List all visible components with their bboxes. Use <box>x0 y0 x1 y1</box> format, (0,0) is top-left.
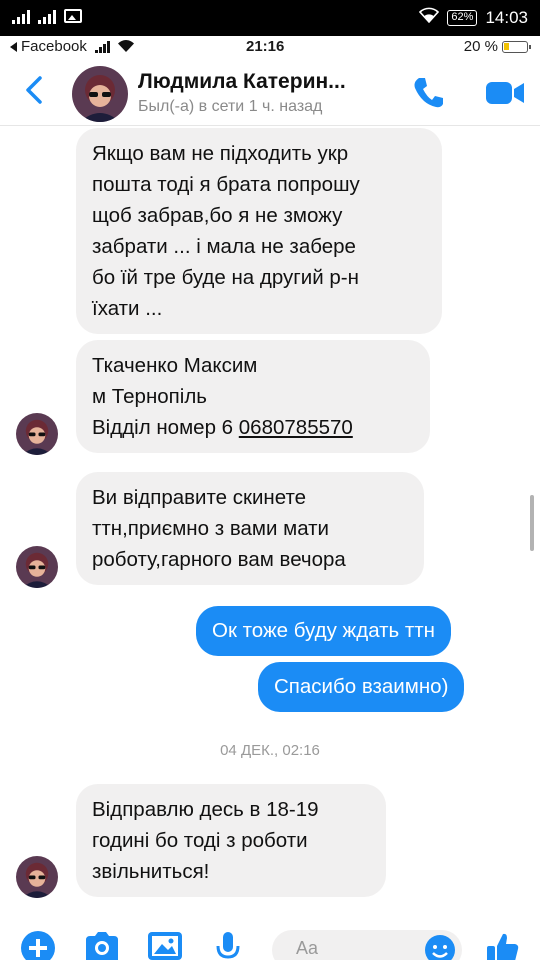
wifi-icon <box>419 7 440 28</box>
back-app-label: Facebook <box>21 38 87 55</box>
message-line: м Тернопіль <box>92 385 207 408</box>
message-input-placeholder: Aa <box>296 938 319 958</box>
call-button[interactable] <box>410 74 446 110</box>
voice-message-button[interactable] <box>214 930 242 960</box>
message-bubble-incoming[interactable]: Відправлю десь в 18-19 годині бо тоді з … <box>76 784 386 897</box>
message-bubble-incoming[interactable]: Ткаченко Максим м Тернопіль Відділ номер… <box>76 340 430 453</box>
contact-avatar[interactable] <box>72 66 128 122</box>
battery-percent: 20 % <box>463 38 498 55</box>
plus-icon <box>21 931 55 960</box>
back-button[interactable] <box>20 70 50 110</box>
gallery-button[interactable] <box>146 930 184 960</box>
scrollbar[interactable] <box>530 495 534 551</box>
battery-icon <box>502 40 531 53</box>
composer-toolbar: Aa <box>0 924 540 960</box>
cell-signal-icon <box>94 40 110 53</box>
more-actions-button[interactable] <box>20 930 56 960</box>
app-status-bar: Facebook 21:16 20 % <box>0 36 540 58</box>
device-battery: 62% <box>447 9 478 26</box>
phone-icon <box>414 78 443 108</box>
signal-1-icon <box>12 8 30 24</box>
image-notification-icon <box>64 9 82 23</box>
emoji-icon[interactable] <box>424 934 456 960</box>
chevron-left-icon <box>26 76 42 104</box>
contact-name[interactable]: Людмила Катерин... <box>138 70 346 94</box>
date-separator: 04 ДЕК., 02:16 <box>220 742 320 759</box>
video-camera-icon <box>486 82 524 104</box>
camera-icon <box>86 932 118 960</box>
video-call-button[interactable] <box>484 78 526 108</box>
contact-status: Был(-а) в сети 1 ч. назад <box>138 98 323 115</box>
sender-avatar[interactable] <box>16 856 58 898</box>
phone-number-link[interactable]: 0680785570 <box>239 416 353 439</box>
back-to-app[interactable]: Facebook <box>10 38 135 55</box>
device-status-bar: 62% 14:03 <box>0 0 540 36</box>
microphone-icon <box>216 932 240 959</box>
wifi-icon <box>117 40 134 52</box>
message-bubble-outgoing[interactable]: Ок тоже буду ждать ттн <box>196 606 452 656</box>
like-button[interactable] <box>484 930 520 960</box>
message-input[interactable]: Aa <box>272 930 462 960</box>
signal-2-icon <box>38 8 56 24</box>
sender-avatar[interactable] <box>16 546 58 588</box>
message-bubble-incoming[interactable]: Якщо вам не підходить укр пошта тоді я б… <box>76 128 442 334</box>
image-icon <box>148 932 182 960</box>
message-line: Відділ номер 6 <box>92 416 239 439</box>
thumbs-up-icon <box>487 933 519 960</box>
chat-header: Людмила Катерин... Был(-а) в сети 1 ч. н… <box>0 58 540 126</box>
sender-avatar[interactable] <box>16 413 58 455</box>
back-triangle-icon <box>10 41 17 52</box>
app-clock: 21:16 <box>246 38 285 55</box>
message-bubble-outgoing[interactable]: Спасибо взаимно) <box>258 662 465 712</box>
device-clock: 14:03 <box>485 7 528 27</box>
message-bubble-incoming[interactable]: Ви відправите скинете ттн,приємно з вами… <box>76 472 424 585</box>
message-line: Ткаченко Максим <box>92 354 258 377</box>
camera-button[interactable] <box>82 930 122 960</box>
